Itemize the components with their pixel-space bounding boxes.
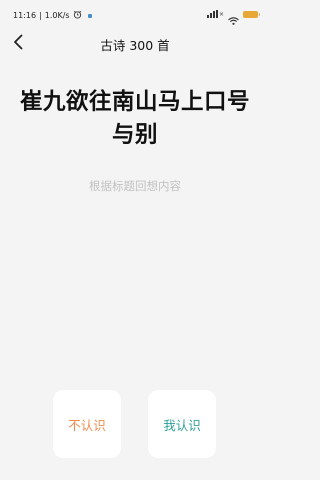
status-left: 11:16 | 1.0K/s [13,10,92,21]
know-label: 我认识 [163,417,201,433]
status-separator: | [39,11,42,20]
status-right: × [206,10,260,25]
network-speed: 1.0K/s [44,11,70,20]
dont-know-label: 不认识 [68,417,106,433]
header: 古诗 300 首 [0,30,270,58]
notification-dot-icon [87,13,92,18]
page-title: 古诗 300 首 [100,38,170,53]
wifi-icon [228,10,239,25]
status-time: 11:16 [13,11,37,20]
dont-know-button[interactable]: 不认识 [53,390,121,458]
know-button[interactable]: 我认识 [148,390,216,458]
signal-icon: × [206,10,224,18]
status-bar: 11:16 | 1.0K/s × [0,0,270,30]
battery-icon [243,10,260,18]
recall-hint: 根据标题回想内容 [89,179,181,193]
alarm-icon [73,10,82,21]
poem-title: 崔九欲往南山马上口号与别 [19,89,250,148]
